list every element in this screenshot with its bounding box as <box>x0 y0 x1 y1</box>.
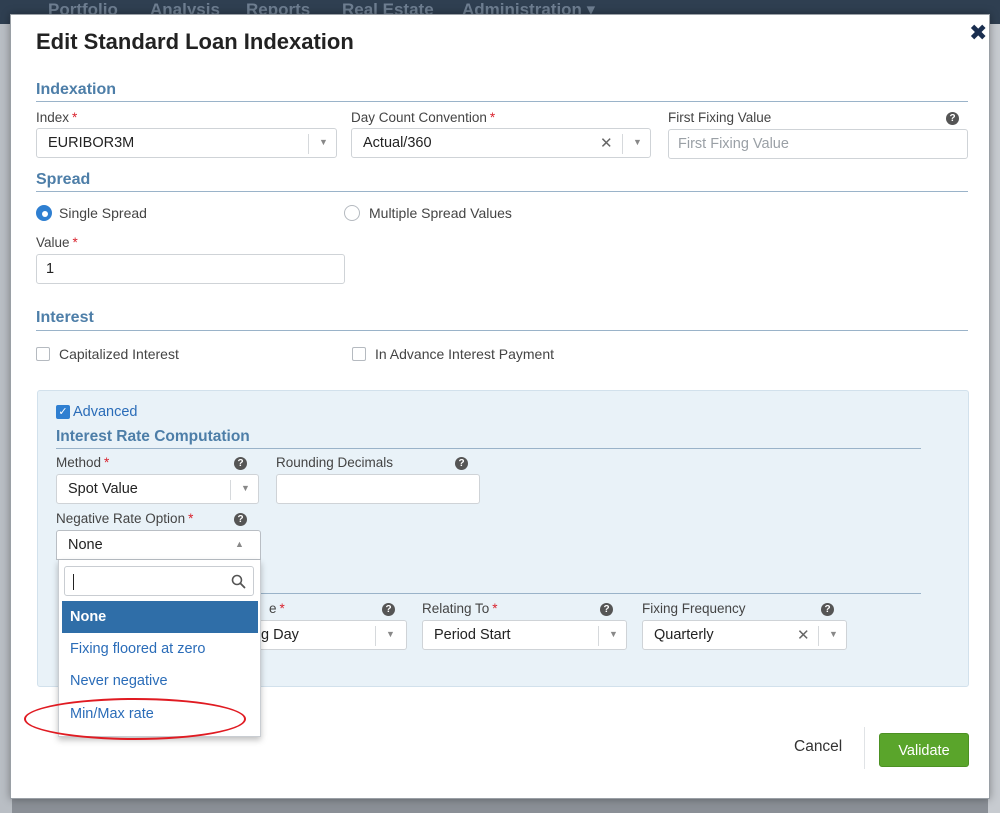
clear-icon[interactable]: ✕ <box>600 134 613 152</box>
help-icon[interactable]: ? <box>455 457 468 470</box>
negative-rate-select[interactable]: None ▲ <box>56 530 261 560</box>
search-icon <box>231 574 246 589</box>
help-icon[interactable]: ? <box>946 112 959 125</box>
day-count-select-value: Actual/360 <box>363 135 432 151</box>
negative-rate-select-value: None <box>68 537 103 553</box>
relating-to-value: Period Start <box>434 627 511 643</box>
rounding-decimals-label: Rounding Decimals <box>276 455 394 470</box>
chevron-down-icon: ▼ <box>633 137 642 147</box>
chevron-down-icon: ▼ <box>319 137 328 147</box>
computation-rule <box>56 448 921 449</box>
fixing-convention-label: e * <box>269 601 285 616</box>
advance-interest-checkbox[interactable] <box>352 347 366 361</box>
chevron-down-icon: ▼ <box>386 629 395 639</box>
help-icon[interactable]: ? <box>234 457 247 470</box>
relating-to-label: Relating To * <box>422 601 498 616</box>
day-count-label: Day Count Convention * <box>351 110 496 125</box>
index-select[interactable]: EURIBOR3M ▼ <box>36 128 337 158</box>
footer-divider <box>864 727 865 769</box>
single-spread-label: Single Spread <box>59 205 147 221</box>
first-fixing-input[interactable] <box>668 129 968 159</box>
fixing-frequency-select[interactable]: Quarterly ✕ ▼ <box>642 620 847 650</box>
capitalized-interest-label: Capitalized Interest <box>59 346 179 362</box>
advanced-checkbox[interactable]: ✓ <box>56 405 70 419</box>
fixing-convention-select[interactable]: g Day ▼ <box>251 620 407 650</box>
dropdown-option-never-negative[interactable]: Never negative <box>62 665 258 697</box>
advanced-label[interactable]: Advanced <box>73 404 138 420</box>
single-spread-radio[interactable] <box>36 205 52 221</box>
capitalized-interest-checkbox[interactable] <box>36 347 50 361</box>
validate-button[interactable]: Validate <box>879 733 969 767</box>
chevron-up-icon: ▲ <box>235 539 244 549</box>
negative-rate-label: Negative Rate Option * <box>56 511 194 526</box>
rounding-decimals-input[interactable] <box>276 474 480 504</box>
chevron-down-icon: ▼ <box>609 629 618 639</box>
edit-indexation-modal: Edit Standard Loan Indexation ✖ Indexati… <box>10 14 990 799</box>
fixing-frequency-value: Quarterly <box>654 627 714 643</box>
method-label: Method * <box>56 455 110 470</box>
section-spread-heading: Spread <box>36 171 91 188</box>
fixing-frequency-label: Fixing Frequency <box>642 601 746 616</box>
dropdown-search-input[interactable] <box>64 566 254 596</box>
clear-icon[interactable]: ✕ <box>797 626 810 644</box>
help-icon[interactable]: ? <box>382 603 395 616</box>
day-count-select[interactable]: Actual/360 ✕ ▼ <box>351 128 651 158</box>
section-indexation-rule <box>36 101 968 102</box>
modal-title: Edit Standard Loan Indexation <box>36 29 354 54</box>
method-select[interactable]: Spot Value ▼ <box>56 474 259 504</box>
help-icon[interactable]: ? <box>821 603 834 616</box>
chevron-down-icon: ▼ <box>829 629 838 639</box>
multiple-spread-radio[interactable] <box>344 205 360 221</box>
close-icon[interactable]: ✖ <box>969 20 987 46</box>
method-select-value: Spot Value <box>68 481 138 497</box>
dropdown-option-none[interactable]: None <box>62 601 258 633</box>
spread-value-label: Value * <box>36 235 78 250</box>
interest-rate-computation-heading: Interest Rate Computation <box>56 428 250 445</box>
index-label: Index * <box>36 110 78 125</box>
first-fixing-label: First Fixing Value <box>668 110 772 125</box>
chevron-down-icon: ▼ <box>241 483 250 493</box>
section-spread-rule <box>36 191 968 192</box>
spread-value-input[interactable] <box>36 254 345 284</box>
section-interest-heading: Interest <box>36 309 94 326</box>
relating-to-select[interactable]: Period Start ▼ <box>422 620 627 650</box>
help-icon[interactable]: ? <box>234 513 247 526</box>
section-interest-rule <box>36 330 968 331</box>
advance-interest-label: In Advance Interest Payment <box>375 346 554 362</box>
dropdown-option-fixing-floored[interactable]: Fixing floored at zero <box>62 633 258 665</box>
annotation-ellipse <box>24 698 246 740</box>
index-select-value: EURIBOR3M <box>48 135 135 151</box>
fixing-convention-value: g Day <box>261 627 299 643</box>
multiple-spread-label: Multiple Spread Values <box>369 205 512 221</box>
fixing-rule <box>261 593 921 594</box>
section-indexation-heading: Indexation <box>36 81 117 98</box>
cancel-button[interactable]: Cancel <box>794 738 842 756</box>
help-icon[interactable]: ? <box>600 603 613 616</box>
